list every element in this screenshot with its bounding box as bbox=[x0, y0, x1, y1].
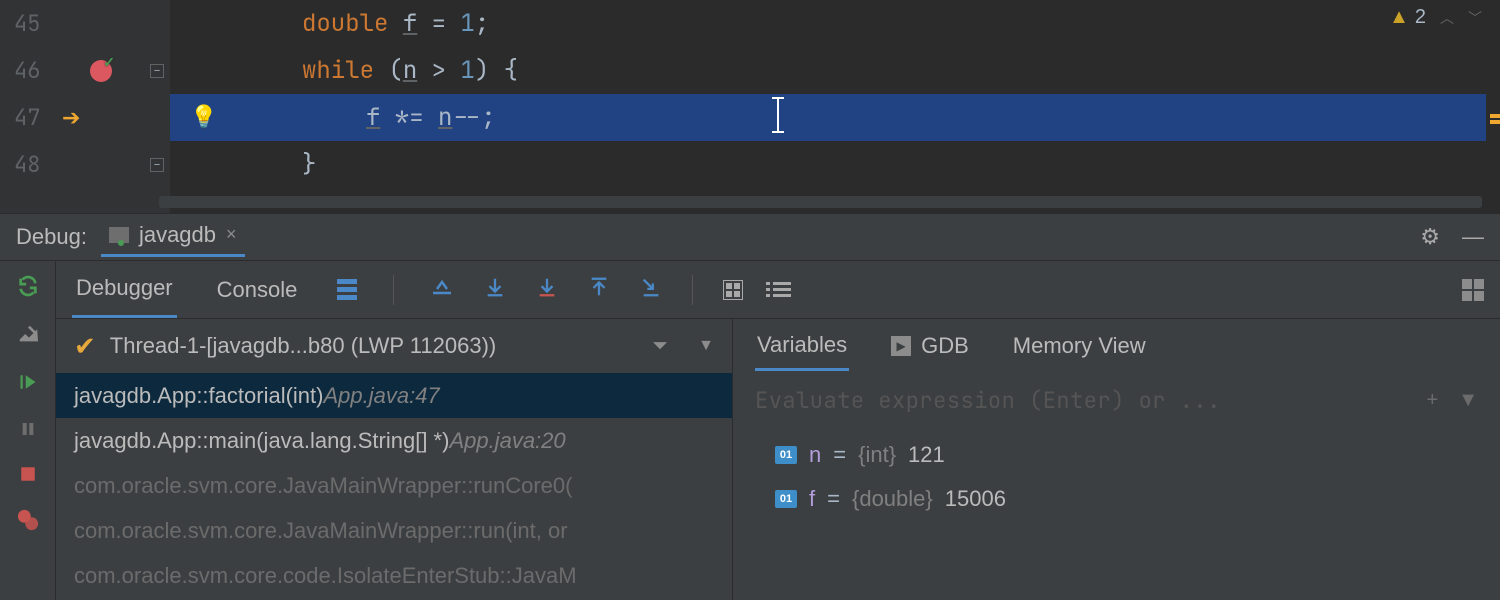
variables-list[interactable]: 01n = {int} 12101f = {double} 15006 bbox=[733, 427, 1500, 600]
editor-area: 45 46 − 47 ➔ 48 − double f = 1;while (n > 1) {… bbox=[0, 0, 1500, 213]
thread-name: Thread-1-[javagdb...b80 (LWP 112063)) bbox=[110, 333, 496, 359]
prev-highlight-icon[interactable]: ︿ bbox=[1440, 8, 1454, 28]
resume-button[interactable] bbox=[0, 371, 55, 393]
minimize-icon[interactable]: — bbox=[1462, 224, 1484, 250]
evaluate-expression-icon[interactable] bbox=[723, 280, 743, 300]
thread-selector[interactable]: ✔ Thread-1-[javagdb...b80 (LWP 112063)) … bbox=[56, 319, 732, 373]
code-line[interactable]: double f = 1; bbox=[170, 0, 1500, 47]
trace-frames-icon[interactable] bbox=[773, 282, 791, 297]
filter-frames-icon[interactable]: ⏷ bbox=[652, 335, 668, 358]
text-cursor-icon bbox=[772, 97, 784, 133]
warning-count: 2 bbox=[1415, 6, 1426, 29]
debug-panel-header: Debug: javagdb × ⚙ — bbox=[0, 213, 1500, 261]
fold-handle-icon[interactable]: − bbox=[150, 158, 164, 172]
threads-view-icon[interactable] bbox=[337, 279, 357, 300]
variables-tabs: Variables ▶ GDB Memory View bbox=[733, 319, 1500, 373]
debug-content: ✔ Thread-1-[javagdb...b80 (LWP 112063)) … bbox=[56, 319, 1500, 600]
next-highlight-icon[interactable]: ﹀ bbox=[1468, 8, 1482, 28]
gutter-row[interactable]: 47 ➔ bbox=[0, 94, 170, 141]
stack-frame[interactable]: javagdb.App::factorial(int) App.java:47 bbox=[56, 373, 732, 418]
frames-pane: ✔ Thread-1-[javagdb...b80 (LWP 112063)) … bbox=[56, 319, 733, 600]
step-into-icon[interactable] bbox=[536, 276, 558, 303]
execution-pointer-icon: ➔ bbox=[62, 105, 80, 131]
evaluate-row: Evaluate expression (Enter) or ... + ▼ bbox=[733, 373, 1500, 427]
intention-bulb-icon[interactable]: 💡 bbox=[190, 102, 217, 131]
line-number: 47 bbox=[0, 103, 48, 132]
editor-status: ▲ 2 ︿ ﹀ bbox=[1389, 6, 1482, 29]
primitive-badge-icon: 01 bbox=[775, 446, 797, 464]
debug-main: Debugger Console bbox=[56, 261, 1500, 600]
editor-minimap[interactable] bbox=[1486, 0, 1500, 213]
variable-row[interactable]: 01f = {double} 15006 bbox=[755, 477, 1478, 521]
layout-settings-icon[interactable] bbox=[1462, 279, 1484, 301]
fold-handle-icon[interactable]: − bbox=[150, 64, 164, 78]
pause-button[interactable] bbox=[0, 419, 55, 439]
chip-icon bbox=[109, 227, 129, 243]
horizontal-scrollbar[interactable] bbox=[159, 196, 1482, 208]
frame-list[interactable]: javagdb.App::factorial(int) App.java:47j… bbox=[56, 373, 732, 600]
view-breakpoints-button[interactable] bbox=[0, 509, 55, 531]
stop-button[interactable] bbox=[0, 465, 55, 483]
frame-location: App.java:47 bbox=[323, 383, 439, 409]
tab-gdb[interactable]: ▶ GDB bbox=[889, 323, 971, 369]
step-over-icon[interactable] bbox=[484, 276, 506, 303]
close-tab-icon[interactable]: × bbox=[226, 224, 237, 245]
run-to-cursor-icon[interactable] bbox=[640, 276, 662, 303]
tab-variables[interactable]: Variables bbox=[755, 322, 849, 371]
tab-memory-view[interactable]: Memory View bbox=[1011, 323, 1148, 369]
variable-row[interactable]: 01n = {int} 121 bbox=[755, 433, 1478, 477]
stack-frame[interactable]: com.oracle.svm.core.JavaMainWrapper::run… bbox=[56, 463, 732, 508]
evaluate-dropdown-icon[interactable]: ▼ bbox=[1458, 389, 1478, 412]
tab-console[interactable]: Console bbox=[213, 263, 302, 317]
variable-value: 15006 bbox=[945, 486, 1006, 512]
gutter-row[interactable]: 45 bbox=[0, 0, 170, 47]
stack-frame[interactable]: com.oracle.svm.core.JavaMainWrapper::run… bbox=[56, 508, 732, 553]
gutter-row[interactable]: 48 − bbox=[0, 141, 170, 188]
step-toolbar bbox=[430, 275, 791, 305]
variables-pane: Variables ▶ GDB Memory View Evaluate exp… bbox=[733, 319, 1500, 600]
evaluate-expression-input[interactable]: Evaluate expression (Enter) or ... bbox=[755, 386, 1427, 415]
thread-check-icon: ✔ bbox=[74, 331, 96, 362]
debug-toolbar: Debugger Console bbox=[56, 261, 1500, 319]
variable-type: {int} bbox=[858, 442, 896, 468]
variable-name: n bbox=[809, 442, 821, 468]
step-out-icon[interactable] bbox=[588, 276, 610, 303]
run-config-tab[interactable]: javagdb × bbox=[101, 218, 245, 257]
gdb-play-icon: ▶ bbox=[891, 336, 911, 356]
breakpoint-icon[interactable] bbox=[90, 60, 112, 82]
modify-run-config-button[interactable] bbox=[0, 323, 55, 345]
rerun-button[interactable] bbox=[0, 275, 55, 297]
variable-value: 121 bbox=[908, 442, 945, 468]
add-watch-icon[interactable]: + bbox=[1427, 389, 1439, 412]
code-line[interactable]: 💡f *= n--; bbox=[170, 94, 1500, 141]
code-line[interactable]: } bbox=[170, 141, 1500, 188]
line-number: 46 bbox=[0, 56, 48, 85]
warning-badge[interactable]: ▲ 2 bbox=[1389, 6, 1426, 29]
primitive-badge-icon: 01 bbox=[775, 490, 797, 508]
thread-dropdown-icon[interactable]: ▼ bbox=[698, 337, 714, 355]
frame-location: App.java:20 bbox=[449, 428, 565, 454]
stack-frame[interactable]: javagdb.App::main(java.lang.String[] *) … bbox=[56, 418, 732, 463]
code-line[interactable]: while (n > 1) { bbox=[170, 47, 1500, 94]
code-area[interactable]: double f = 1;while (n > 1) {💡f *= n--;} bbox=[170, 0, 1500, 213]
debug-panel-body: Debugger Console bbox=[0, 261, 1500, 600]
variable-type: {double} bbox=[852, 486, 933, 512]
gutter-row[interactable]: 46 − bbox=[0, 47, 170, 94]
stack-frame[interactable]: com.oracle.svm.core.code.IsolateEnterStu… bbox=[56, 553, 732, 598]
run-rail bbox=[0, 261, 56, 600]
variable-name: f bbox=[809, 486, 815, 512]
debug-panel: Debug: javagdb × ⚙ — bbox=[0, 213, 1500, 600]
line-number: 48 bbox=[0, 150, 48, 179]
warning-icon: ▲ bbox=[1389, 6, 1409, 29]
editor-gutter: 45 46 − 47 ➔ 48 − bbox=[0, 0, 170, 213]
show-execution-point-icon[interactable] bbox=[430, 277, 454, 302]
run-config-name: javagdb bbox=[139, 222, 216, 248]
line-number: 45 bbox=[0, 9, 48, 38]
tab-debugger[interactable]: Debugger bbox=[72, 261, 177, 318]
panel-title: Debug: bbox=[16, 224, 87, 250]
gear-icon[interactable]: ⚙ bbox=[1420, 224, 1440, 250]
